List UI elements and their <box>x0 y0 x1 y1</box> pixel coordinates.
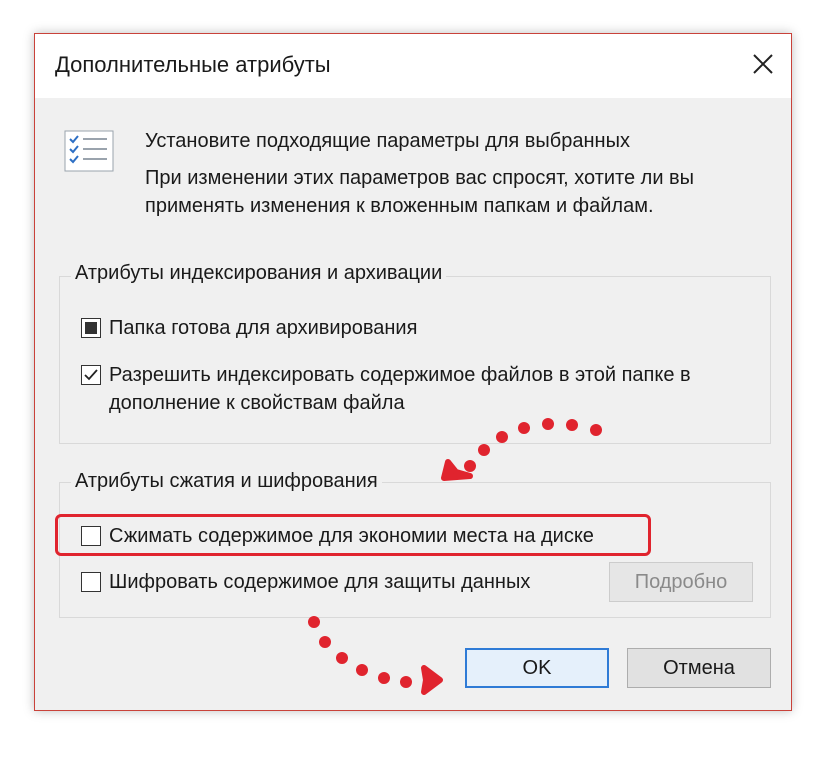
intro-text: При изменении этих параметров вас спрося… <box>145 167 695 217</box>
cancel-button[interactable]: Отмена <box>627 648 771 688</box>
index-label: Разрешить индексировать содержимое файло… <box>109 364 691 414</box>
indeterminate-indicator <box>85 322 97 334</box>
encrypt-label: Шифровать содержимое для защиты данных <box>109 571 531 593</box>
encrypt-checkbox-row[interactable]: Шифровать содержимое для защиты данных <box>81 571 530 596</box>
archive-checkbox-row[interactable]: Папка готова для архивирования <box>81 317 417 342</box>
compress-encrypt-group-title: Атрибуты сжатия и шифрования <box>71 470 382 493</box>
archive-label: Папка готова для архивирования <box>109 317 418 339</box>
title-bar: Дополнительные атрибуты <box>35 34 791 98</box>
checklist-icon <box>64 130 114 172</box>
close-icon <box>753 54 773 74</box>
index-checkbox-row[interactable]: Разрешить индексировать содержимое файло… <box>81 364 761 417</box>
close-button[interactable] <box>745 46 781 82</box>
ok-button[interactable]: OK <box>465 648 609 688</box>
compress-highlight-box <box>55 514 651 556</box>
details-button[interactable]: Подробно <box>609 562 753 602</box>
dialog-window: Дополнительные атрибуты Установите подхо… <box>34 33 792 711</box>
index-archive-group <box>59 276 771 444</box>
archive-checkbox[interactable] <box>81 318 101 338</box>
encrypt-checkbox[interactable] <box>81 572 101 592</box>
index-checkbox[interactable] <box>81 365 101 385</box>
checkmark-icon <box>84 369 98 381</box>
index-archive-group-title: Атрибуты индексирования и архивации <box>71 262 447 285</box>
dialog-title: Дополнительные атрибуты <box>55 52 331 77</box>
intro-heading: Установите подходящие параметры для выбр… <box>145 130 630 152</box>
